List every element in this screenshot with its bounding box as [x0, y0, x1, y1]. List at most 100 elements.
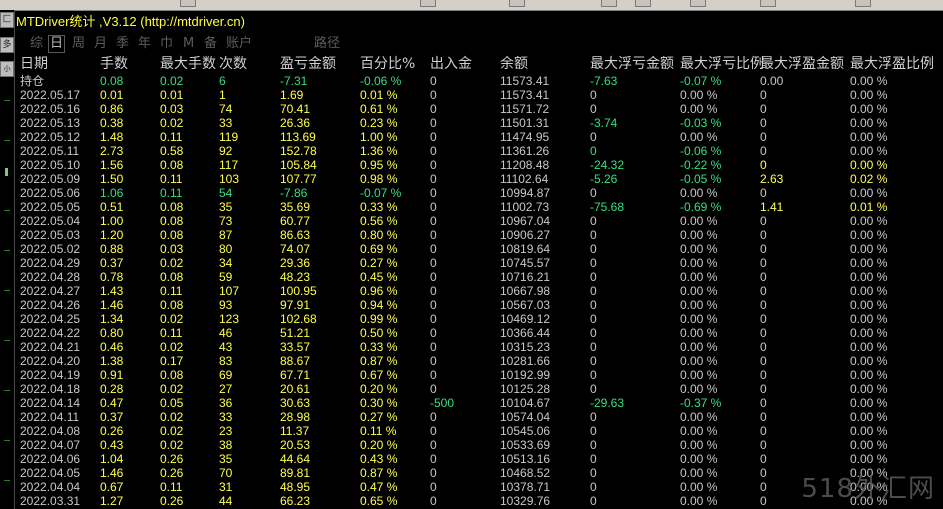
tab-summary[interactable]: 综	[30, 35, 43, 53]
cell-pl: 88.67	[280, 354, 311, 368]
table-row[interactable]: 2022.05.06 1.06 0.11 54 -7.86 -0.07 % 0 10994.8…	[0, 186, 943, 200]
cell-mfp: 1.41	[760, 200, 784, 214]
table-row[interactable]: 2022.04.20 1.38 0.17 83 88.67 0.87 % 0 10281.66…	[0, 354, 943, 368]
table-row[interactable]: 2022.05.02 0.88 0.03 80 74.07 0.69 % 0 10819.64…	[0, 242, 943, 256]
table-row[interactable]: 2022.04.29 0.37 0.02 34 29.36 0.27 % 0 10745.57…	[0, 256, 943, 270]
cell-lots: 0.91	[100, 368, 124, 382]
tab-account[interactable]: 账户	[226, 35, 252, 53]
table-row[interactable]: 2022.05.13 0.38 0.02 33 26.36 0.23 % 0 11501.31…	[0, 116, 943, 130]
cell-pct: 0.95 %	[360, 158, 398, 172]
cell-mfl: 0	[590, 382, 597, 396]
cell-io: 0	[430, 494, 437, 508]
cell-lots: 1.34	[100, 312, 124, 326]
tab-year[interactable]: 年	[138, 35, 151, 53]
table-row[interactable]: 2022.04.19 0.91 0.08 69 67.71 0.67 % 0 10192.99…	[0, 368, 943, 382]
table-row[interactable]: 2022.04.08 0.26 0.02 23 11.37 0.11 % 0 10545.06…	[0, 424, 943, 438]
cell-mflp: 0.00 %	[680, 410, 718, 424]
column-header[interactable]: 次数	[219, 56, 247, 72]
cell-pl: 97.91	[280, 298, 311, 312]
tab-week[interactable]: 周	[72, 35, 85, 53]
table-row[interactable]: 持仓 0.08 0.02 6 -7.31 -0.06 % 0 11573.41 -7.63 -0.…	[0, 74, 943, 88]
panel-button[interactable]: 多	[0, 37, 14, 53]
cell-cnt: 59	[219, 270, 233, 284]
table-row[interactable]: 2022.04.28 0.78 0.08 59 48.23 0.45 % 0 10716.21…	[0, 270, 943, 284]
table-row[interactable]: 2022.05.12 1.48 0.11 119 113.69 1.00 % 0 11474.…	[0, 130, 943, 144]
table-row[interactable]: 2022.05.16 0.86 0.03 74 70.41 0.61 % 0 11571.72…	[0, 102, 943, 116]
tab-day[interactable]: 日	[48, 35, 66, 53]
cell-pct: 0.98 %	[360, 172, 398, 186]
cell-mfp: 0	[760, 368, 767, 382]
table-row[interactable]: 2022.05.04 1.00 0.08 73 60.77 0.56 % 0 10967.04…	[0, 214, 943, 228]
column-header[interactable]: 最大手数	[160, 56, 216, 72]
cell-io: 0	[430, 340, 437, 354]
cell-mflp: 0.00 %	[680, 102, 718, 116]
table-row[interactable]: 2022.04.07 0.43 0.02 38 20.53 0.20 % 0 10533.69…	[0, 438, 943, 452]
toolbar-button[interactable]	[509, 0, 525, 7]
cell-bal: 11573.41	[500, 88, 550, 102]
cell-pct: 0.11 %	[360, 424, 397, 438]
table-row[interactable]: 2022.05.10 1.56 0.08 117 105.84 0.95 % 0 11208.…	[0, 158, 943, 172]
table-row[interactable]: 2022.04.27 1.43 0.11 107 100.95 0.96 % 0 10667.…	[0, 284, 943, 298]
table-row[interactable]: 2022.04.18 0.28 0.02 27 20.61 0.20 % 0 10125.28…	[0, 382, 943, 396]
table-row[interactable]: 2022.04.06 1.04 0.26 35 44.64 0.43 % 0 10513.16…	[0, 452, 943, 466]
table-row[interactable]: 2022.04.25 1.34 0.02 123 102.68 0.99 % 0 10469.…	[0, 312, 943, 326]
table-row[interactable]: 2022.04.11 0.37 0.02 33 28.98 0.27 % 0 10574.04…	[0, 410, 943, 424]
cell-mflp: -0.07 %	[680, 74, 722, 88]
column-header[interactable]: 日期	[20, 56, 48, 72]
cell-mflp: 0.00 %	[680, 270, 718, 284]
toolbar-button[interactable]	[635, 0, 651, 7]
cell-mfp: 0	[760, 410, 767, 424]
cell-pl: 35.69	[280, 200, 311, 214]
cell-cnt: 74	[219, 102, 233, 116]
toolbar-button[interactable]	[760, 0, 776, 7]
table-row[interactable]: 2022.05.05 0.51 0.08 35 35.69 0.33 % 0 11002.73…	[0, 200, 943, 214]
column-header[interactable]: 余额	[500, 56, 528, 72]
column-header[interactable]: 最大浮亏比例	[680, 56, 764, 72]
toolbar-button[interactable]	[601, 0, 617, 7]
table-row[interactable]: 2022.05.17 0.01 0.01 1 1.69 0.01 % 0 11573.41 0 0…	[0, 88, 943, 102]
cell-mflp: 0.00 %	[680, 256, 718, 270]
cell-mflp: 0.00 %	[680, 424, 718, 438]
column-header[interactable]: 最大浮盈金额	[760, 56, 844, 72]
cell-mfl: 0	[590, 480, 597, 494]
tab-symbol[interactable]: 巾	[160, 35, 173, 53]
cell-io: 0	[430, 270, 437, 284]
toolbar-button[interactable]	[690, 0, 706, 7]
tab-path[interactable]: 路径	[314, 35, 340, 53]
cell-d: 2022.05.04	[20, 214, 81, 228]
column-header[interactable]: 最大浮亏金额	[590, 56, 674, 72]
column-header[interactable]: 百分比%	[360, 56, 415, 72]
toolbar-button[interactable]	[420, 0, 436, 7]
table-row[interactable]: 2022.04.14 0.47 0.05 36 30.63 0.30 % -500 10104…	[0, 396, 943, 410]
tab-magic[interactable]: M	[183, 35, 194, 53]
cell-bal: 10469.12	[500, 312, 551, 326]
table-row[interactable]: 2022.05.11 2.73 0.58 92 152.78 1.36 % 0 11361.2…	[0, 144, 943, 158]
table-row[interactable]: 2022.04.22 0.80 0.11 46 51.21 0.50 % 0 10366.44…	[0, 326, 943, 340]
column-header[interactable]: 手数	[100, 56, 128, 72]
cell-pct: 0.65 %	[360, 494, 398, 508]
column-header[interactable]: 出入金	[430, 56, 472, 72]
cell-d: 2022.05.13	[20, 116, 81, 130]
column-header[interactable]: 最大浮盈比例	[850, 56, 934, 72]
tab-note[interactable]: 备	[204, 35, 217, 53]
cell-lots: 0.67	[100, 480, 124, 494]
column-header[interactable]: 盈亏金额	[280, 56, 336, 72]
cell-maxlots: 0.02	[160, 410, 184, 424]
cell-lots: 1.50	[100, 172, 124, 186]
table-row[interactable]: 2022.05.09 1.50 0.11 103 107.77 0.98 % 0 11102.…	[0, 172, 943, 186]
table-header: 日期 手数 最大手数 次数 盈亏金额 百分比% 出入金 余额 最大浮亏金额 最大浮亏比例 最大浮盈金…	[0, 56, 943, 72]
cell-maxlots: 0.08	[160, 298, 184, 312]
table-row[interactable]: 2022.05.03 1.20 0.08 87 86.63 0.80 % 0 10906.27…	[0, 228, 943, 242]
table-row[interactable]: 2022.04.21 0.46 0.02 43 33.57 0.33 % 0 10315.23…	[0, 340, 943, 354]
tab-quarter[interactable]: 季	[116, 35, 129, 53]
cell-pl: 102.68	[280, 312, 317, 326]
cell-d: 2022.04.29	[20, 256, 81, 270]
table-row[interactable]: 2022.04.26 1.46 0.08 93 97.91 0.94 % 0 10567.03…	[0, 298, 943, 312]
toolbar-button[interactable]	[180, 0, 196, 7]
cell-lots: 1.46	[100, 466, 124, 480]
cell-mflp: 0.00 %	[680, 312, 718, 326]
panel-button[interactable]: 匚	[0, 12, 14, 28]
toolbar-button[interactable]	[855, 0, 871, 7]
cell-mfl: 0	[590, 242, 597, 256]
tab-month[interactable]: 月	[94, 35, 107, 53]
